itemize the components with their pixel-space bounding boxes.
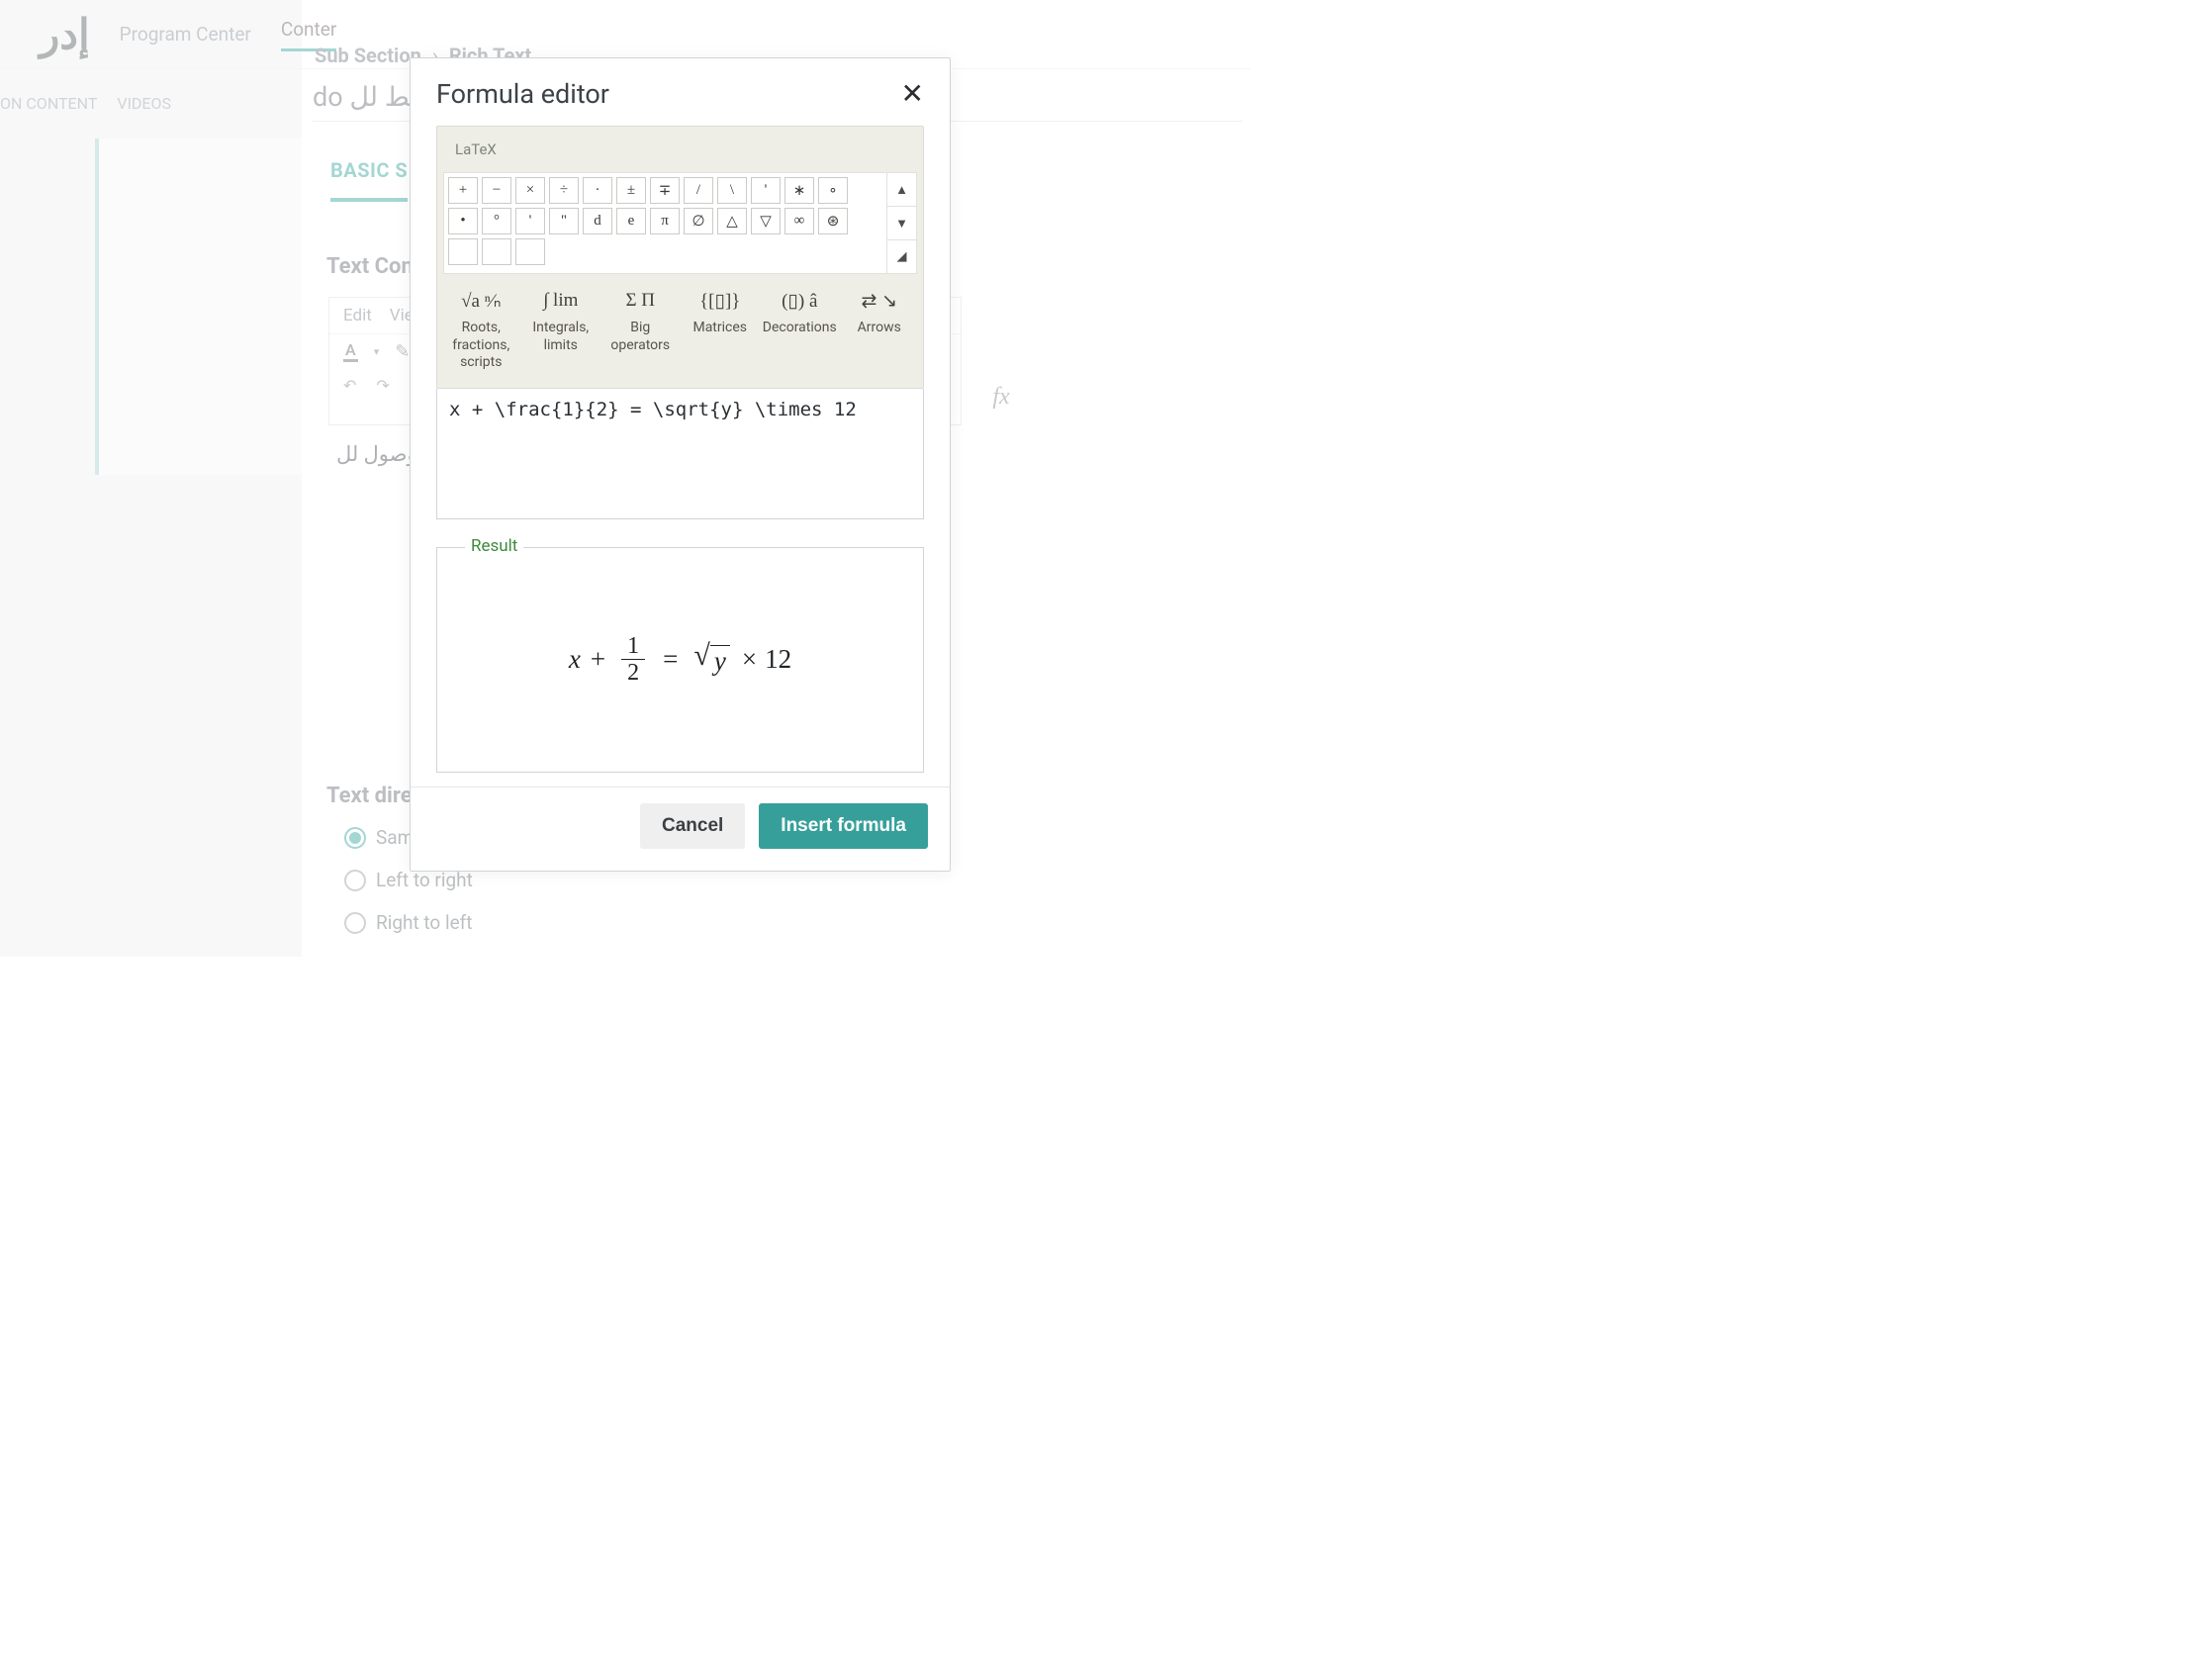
symbol-button[interactable]: ∓ <box>650 177 680 204</box>
symbol-button[interactable]: ∘ <box>818 177 848 204</box>
cat-integrals-label: Integrals, limits <box>523 320 599 354</box>
integrals-icon: ∫ lim <box>523 290 599 316</box>
math-12: 12 <box>765 644 791 675</box>
symbol-button[interactable]: ÷ <box>549 177 579 204</box>
symbol-button[interactable]: − <box>482 177 511 204</box>
symbol-button[interactable]: d <box>583 208 612 234</box>
symbol-button[interactable] <box>448 238 478 265</box>
symbol-button[interactable] <box>482 238 511 265</box>
symbol-button[interactable]: π <box>650 208 680 234</box>
cat-arrows-label: Arrows <box>842 320 918 337</box>
insert-formula-button[interactable]: Insert formula <box>759 803 928 849</box>
latex-tab[interactable]: LaTeX <box>437 127 923 172</box>
decorations-icon: (▯) â <box>762 290 838 316</box>
math-fraction: 1 2 <box>621 633 645 687</box>
latex-input[interactable] <box>436 389 924 519</box>
symbol-button[interactable]: ° <box>482 208 511 234</box>
result-preview: Result x + 1 2 = √ y × 12 <box>436 547 924 773</box>
result-label: Result <box>465 536 523 556</box>
symbol-button[interactable]: ' <box>515 208 545 234</box>
math-y: y <box>710 645 730 677</box>
symbol-button[interactable]: ▽ <box>751 208 781 234</box>
formula-editor-modal: Formula editor ✕ LaTeX +−×÷·±∓/\'∗∘ •°''… <box>410 57 951 872</box>
symbol-button[interactable]: e <box>616 208 646 234</box>
symbol-button[interactable]: '' <box>549 208 579 234</box>
cat-roots[interactable]: √a ⁿ⁄ₙ Roots, fractions, scripts <box>443 290 519 372</box>
matrices-icon: {[▯]} <box>683 290 759 316</box>
scroll-down-icon[interactable]: ▼ <box>887 207 916 240</box>
symbol-button[interactable]: ∞ <box>784 208 814 234</box>
latex-panel: LaTeX +−×÷·±∓/\'∗∘ •°'''deπ∅△▽∞⊛ ▲ ▼ ◢ <box>436 126 924 389</box>
math-numerator: 1 <box>621 633 645 660</box>
math-sqrt: √ y <box>693 642 729 677</box>
cat-arrows[interactable]: ⇄ ↘ Arrows <box>842 290 918 372</box>
cat-matrices[interactable]: {[▯]} Matrices <box>683 290 759 372</box>
cat-decorations-label: Decorations <box>762 320 838 337</box>
symbol-button[interactable]: ⊛ <box>818 208 848 234</box>
cat-bigops[interactable]: Σ Π Big operators <box>602 290 679 372</box>
close-icon[interactable]: ✕ <box>901 80 924 108</box>
symbol-button[interactable]: ∅ <box>684 208 713 234</box>
symbol-button[interactable]: ' <box>751 177 781 204</box>
symbol-button[interactable]: \ <box>717 177 747 204</box>
expand-icon[interactable]: ◢ <box>887 240 916 273</box>
arrows-icon: ⇄ ↘ <box>842 290 918 316</box>
rendered-formula: x + 1 2 = √ y × 12 <box>437 548 923 772</box>
symbol-button[interactable]: / <box>684 177 713 204</box>
symbol-button[interactable]: ± <box>616 177 646 204</box>
math-x: x <box>569 644 581 675</box>
math-plus: + <box>591 644 605 675</box>
cat-decorations[interactable]: (▯) â Decorations <box>762 290 838 372</box>
symbol-button[interactable]: • <box>448 208 478 234</box>
roots-icon: √a ⁿ⁄ₙ <box>443 290 519 316</box>
symbol-button[interactable]: △ <box>717 208 747 234</box>
bigops-icon: Σ Π <box>602 290 679 316</box>
symbol-button[interactable] <box>515 238 545 265</box>
modal-title: Formula editor <box>436 78 609 110</box>
cat-bigops-label: Big operators <box>602 320 679 354</box>
cat-matrices-label: Matrices <box>683 320 759 337</box>
symbol-button[interactable]: ∗ <box>784 177 814 204</box>
cat-roots-label: Roots, fractions, scripts <box>443 320 519 372</box>
math-denominator: 2 <box>621 660 645 686</box>
symbol-palette: +−×÷·±∓/\'∗∘ •°'''deπ∅△▽∞⊛ ▲ ▼ ◢ <box>443 172 917 274</box>
cancel-button[interactable]: Cancel <box>640 803 745 849</box>
math-equals: = <box>663 644 678 675</box>
symbol-button[interactable]: · <box>583 177 612 204</box>
math-times: × <box>742 644 757 675</box>
symbol-button[interactable]: × <box>515 177 545 204</box>
scroll-up-icon[interactable]: ▲ <box>887 173 916 207</box>
cat-integrals[interactable]: ∫ lim Integrals, limits <box>523 290 599 372</box>
symbol-button[interactable]: + <box>448 177 478 204</box>
